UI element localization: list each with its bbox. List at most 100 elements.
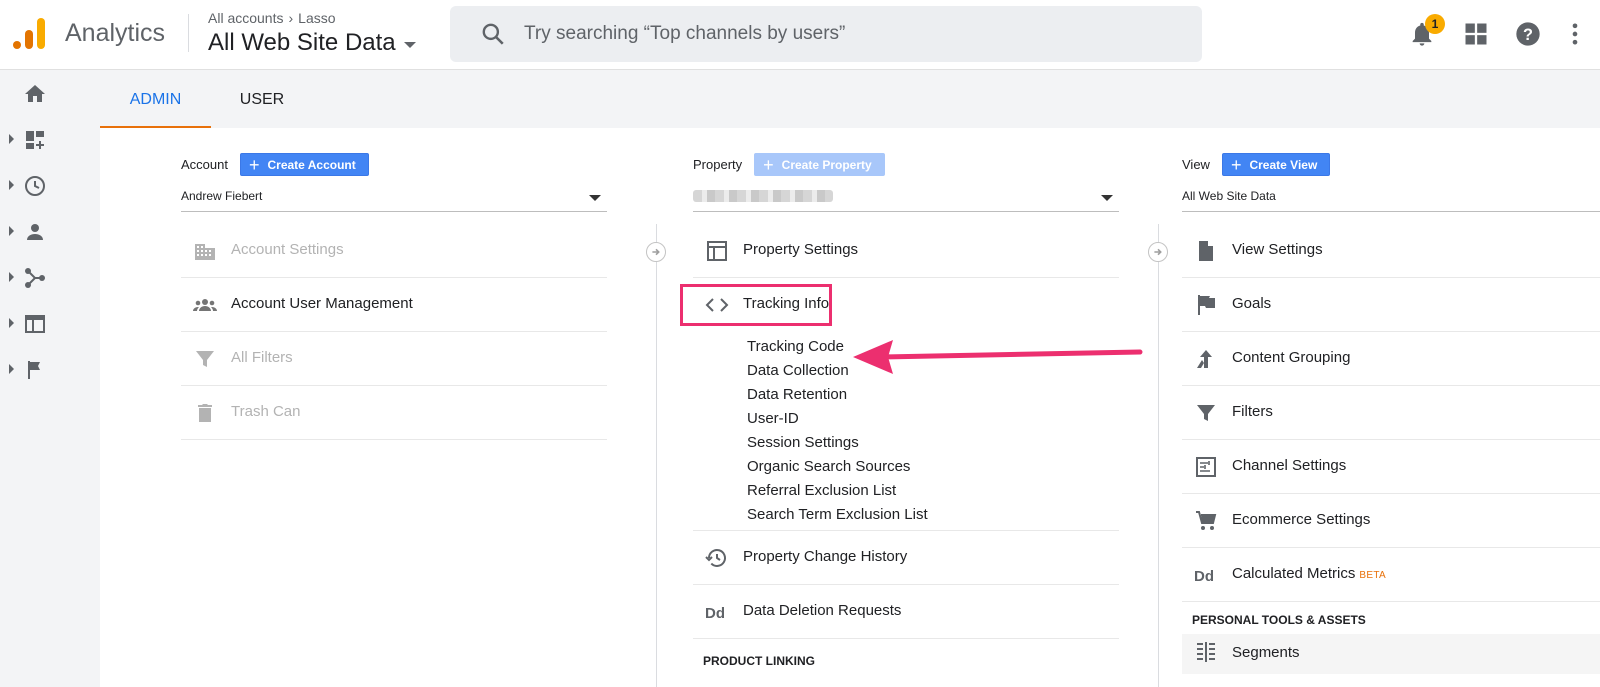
view-selector-label: All Web Site Data [208, 29, 396, 56]
home-icon [25, 85, 45, 102]
breadcrumb-account[interactable]: All accounts [208, 10, 283, 26]
rail-item-home[interactable] [0, 74, 100, 114]
account-select-value: Andrew Fiebert [181, 189, 263, 203]
trash-can-item: Trash Can [181, 386, 607, 440]
data-deletion-requests-item[interactable]: Dd Data Deletion Requests [693, 585, 1119, 639]
filters-label: Filters [1232, 403, 1273, 420]
breadcrumb-property[interactable]: Lasso [298, 10, 335, 26]
create-property-button[interactable]: + Create Property [754, 153, 885, 176]
content-grouping-item[interactable]: Content Grouping [1182, 332, 1600, 386]
ecommerce-settings-label: Ecommerce Settings [1232, 511, 1371, 528]
tracking-info-highlight-box [680, 284, 832, 326]
ecommerce-settings-item[interactable]: Ecommerce Settings [1182, 494, 1600, 548]
tracking-code-link[interactable]: Tracking Code [693, 335, 1119, 359]
apps-grid-icon[interactable] [1462, 20, 1490, 48]
content-grouping-icon [1197, 350, 1212, 368]
tracking-submenu: Tracking Code Data Collection Data Reten… [693, 332, 1119, 531]
tab-user[interactable]: USER [211, 70, 313, 128]
view-select-value: All Web Site Data [1182, 189, 1276, 203]
property-settings-item[interactable]: Property Settings [693, 224, 1119, 278]
plus-icon: + [763, 154, 774, 175]
view-column: View + Create View All Web Site Data View… [1182, 128, 1600, 687]
rail-item-audience[interactable] [0, 212, 100, 252]
segments-item[interactable]: Segments [1182, 634, 1600, 674]
segments-icon [1197, 642, 1215, 662]
calculated-metrics-text: Calculated Metrics [1232, 565, 1356, 582]
all-filters-label: All Filters [231, 349, 293, 366]
beta-badge: BETA [1359, 570, 1386, 581]
svg-text:?: ? [1523, 26, 1533, 44]
rail-item-acquisition[interactable] [0, 258, 100, 298]
arrow-right-circle-icon [1148, 242, 1168, 262]
layout-icon [707, 241, 727, 261]
more-vert-icon[interactable] [1561, 20, 1589, 48]
rail-item-behavior[interactable] [0, 304, 100, 344]
search-term-exclusion-list-link[interactable]: Search Term Exclusion List [693, 503, 1119, 527]
expand-arrow-icon [9, 180, 14, 190]
calculated-metrics-item[interactable]: Dd Calculated Metrics BETA [1182, 548, 1600, 602]
property-settings-label: Property Settings [743, 241, 859, 258]
goals-item[interactable]: Goals [1182, 278, 1600, 332]
acquisition-icon [25, 268, 45, 288]
data-collection-link[interactable]: Data Collection [693, 359, 1119, 383]
referral-exclusion-list-link[interactable]: Referral Exclusion List [693, 479, 1119, 503]
account-select[interactable]: Andrew Fiebert [181, 186, 607, 212]
view-select[interactable]: All Web Site Data [1182, 186, 1600, 212]
behavior-icon [25, 315, 45, 333]
cart-icon [1196, 511, 1217, 530]
tab-admin[interactable]: ADMIN [100, 70, 211, 128]
customization-icon [26, 131, 44, 149]
view-menu: View Settings Goals Content Grouping Fil… [1182, 224, 1600, 674]
goals-label: Goals [1232, 295, 1272, 312]
account-settings-label: Account Settings [231, 241, 344, 258]
data-retention-link[interactable]: Data Retention [693, 383, 1119, 407]
rail-item-conversions[interactable] [0, 350, 100, 390]
organic-search-sources-link[interactable]: Organic Search Sources [693, 455, 1119, 479]
product-linking-heading: PRODUCT LINKING [703, 654, 815, 668]
search-input[interactable]: Try searching “Top channels by users” [450, 6, 1202, 62]
create-view-label: Create View [1249, 157, 1318, 172]
user-id-link[interactable]: User-ID [693, 407, 1119, 431]
channel-settings-item[interactable]: Channel Settings [1182, 440, 1600, 494]
svg-text:Dd: Dd [705, 605, 725, 622]
property-select[interactable] [693, 186, 1119, 212]
header-divider [188, 14, 189, 52]
dropdown-arrow-icon [589, 195, 601, 201]
plus-icon: + [248, 154, 260, 175]
people-icon [193, 299, 217, 311]
content-grouping-label: Content Grouping [1232, 349, 1351, 366]
trash-can-label: Trash Can [231, 403, 301, 420]
history-icon [705, 549, 726, 567]
breadcrumb[interactable]: All accounts › Lasso [208, 10, 336, 26]
personal-tools-heading: PERSONAL TOOLS & ASSETS [1192, 613, 1366, 627]
expand-arrow-icon [9, 318, 14, 328]
svg-text:Dd: Dd [1194, 568, 1214, 585]
search-placeholder: Try searching “Top channels by users” [524, 23, 846, 44]
rail-item-realtime[interactable] [0, 166, 100, 206]
building-icon [195, 244, 215, 260]
app-name: Analytics [65, 19, 166, 47]
property-header: Property + Create Property [693, 153, 885, 176]
create-view-button[interactable]: + Create View [1221, 153, 1331, 176]
expand-arrow-icon [9, 272, 14, 282]
account-user-management-item[interactable]: Account User Management [181, 278, 607, 332]
analytics-logo-icon[interactable] [12, 16, 46, 50]
view-label: View [1182, 157, 1210, 172]
arrow-right-circle-icon [646, 242, 666, 262]
create-account-label: Create Account [267, 157, 356, 172]
create-account-button[interactable]: + Create Account [239, 153, 369, 176]
account-user-management-label: Account User Management [231, 295, 413, 312]
account-header: Account + Create Account [181, 153, 369, 176]
calculated-metrics-label: Calculated Metrics BETA [1232, 565, 1386, 582]
property-change-history-item[interactable]: Property Change History [693, 531, 1119, 585]
help-icon[interactable]: ? [1514, 20, 1542, 48]
session-settings-link[interactable]: Session Settings [693, 431, 1119, 455]
dd-icon: Dd [705, 605, 725, 622]
trash-icon [198, 404, 212, 422]
view-selector[interactable]: All Web Site Data [208, 29, 416, 57]
filters-item[interactable]: Filters [1182, 386, 1600, 440]
all-filters-item: All Filters [181, 332, 607, 386]
view-settings-item[interactable]: View Settings [1182, 224, 1600, 278]
data-deletion-requests-label: Data Deletion Requests [743, 602, 902, 619]
rail-item-customization[interactable] [0, 120, 100, 160]
